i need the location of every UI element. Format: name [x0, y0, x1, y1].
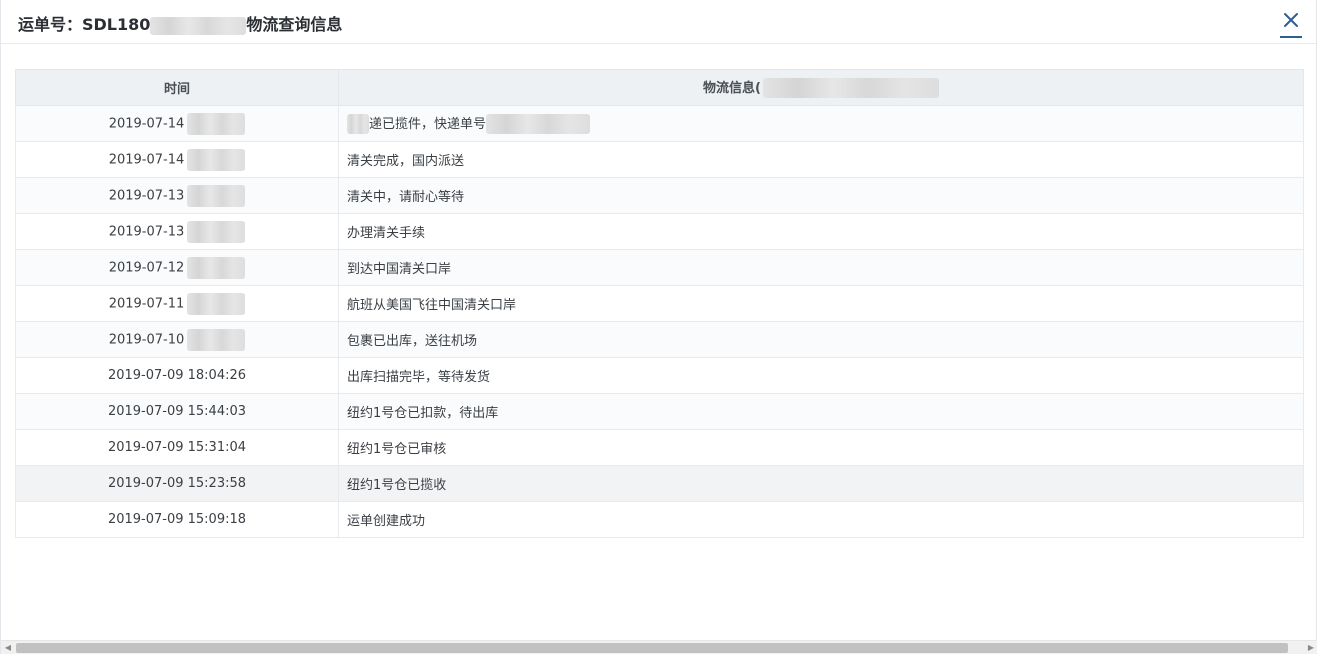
info-text: 航班从美国飞往中国清关口岸	[347, 298, 517, 313]
logistics-dialog: 运单号：SDL180 物流查询信息 时间 物流信息( 2019-07-14 递已揽件…	[0, 0, 1317, 654]
time-cell: 2019-07-09 15:09:18	[15, 501, 339, 538]
table-row: 2019-07-09 15:23:58 纽约1号仓已揽收	[15, 465, 1304, 502]
table-row: 2019-07-13 清关中，请耐心等待	[15, 177, 1304, 214]
table-row: 2019-07-11 航班从美国飞往中国清关口岸	[15, 285, 1304, 322]
table-row: 2019-07-09 15:31:04 纽约1号仓已审核	[15, 429, 1304, 466]
info-text: 到达中国清关口岸	[347, 262, 452, 277]
table-row: 2019-07-09 18:04:26 出库扫描完毕，等待发货	[15, 357, 1304, 394]
table-row: 2019-07-09 15:09:18 运单创建成功	[15, 501, 1304, 538]
time-text: 2019-07-14	[108, 152, 185, 167]
time-text: 2019-07-09 15:09:18	[107, 512, 247, 527]
horizontal-scrollbar[interactable]: ◀ ▶	[1, 640, 1317, 654]
logistics-table: 时间 物流信息( 2019-07-14 递已揽件，快递单号 2019-07-14 清关…	[15, 69, 1304, 538]
time-text: 2019-07-09 15:23:58	[107, 476, 247, 491]
close-icon	[1284, 13, 1298, 27]
time-cell: 2019-07-09 15:31:04	[15, 429, 339, 466]
info-text: 清关完成，国内派送	[347, 154, 465, 169]
time-cell: 2019-07-14	[15, 141, 339, 178]
table-row: 2019-07-10 包裹已出库，送往机场	[15, 321, 1304, 358]
time-text: 2019-07-13	[108, 188, 185, 203]
time-cell: 2019-07-09 15:44:03	[15, 393, 339, 430]
info-cell: 运单创建成功	[338, 501, 1304, 538]
info-cell: 到达中国清关口岸	[338, 249, 1304, 286]
info-text: 包裹已出库，送往机场	[347, 334, 478, 349]
info-text: 运单创建成功	[347, 514, 426, 529]
redacted-courier-name	[347, 114, 369, 135]
time-cell: 2019-07-09 18:04:26	[15, 357, 339, 394]
time-text: 2019-07-12	[108, 260, 185, 275]
info-cell: 纽约1号仓已审核	[338, 429, 1304, 466]
time-cell: 2019-07-09 15:23:58	[15, 465, 339, 502]
info-text: 递已揽件，快递单号	[369, 116, 487, 132]
redacted-time	[187, 184, 246, 207]
time-text: 2019-07-09 15:44:03	[107, 404, 247, 419]
redacted-time	[187, 328, 246, 351]
redacted-time	[187, 148, 246, 171]
column-header-info: 物流信息(	[338, 69, 1304, 106]
info-text: 纽约1号仓已审核	[347, 442, 447, 457]
close-button[interactable]	[1280, 10, 1302, 38]
info-cell: 清关完成，国内派送	[338, 141, 1304, 178]
dialog-header: 运单号：SDL180 物流查询信息	[1, 0, 1316, 44]
time-text: 2019-07-11	[108, 296, 185, 311]
info-cell: 纽约1号仓已揽收	[338, 465, 1304, 502]
dialog-title: 运单号：SDL180 物流查询信息	[18, 11, 342, 35]
table-row: 2019-07-12 到达中国清关口岸	[15, 249, 1304, 286]
time-cell: 2019-07-10	[15, 321, 339, 358]
scrollbar-thumb[interactable]	[16, 643, 1288, 653]
table-row: 2019-07-14 清关完成，国内派送	[15, 141, 1304, 178]
redacted-time	[187, 256, 246, 279]
table-row: 2019-07-14 递已揽件，快递单号	[15, 105, 1304, 142]
info-cell: 出库扫描完毕，等待发货	[338, 357, 1304, 394]
title-suffix: 物流查询信息	[246, 15, 343, 34]
info-text: 纽约1号仓已揽收	[347, 478, 447, 493]
info-cell: 航班从美国飞往中国清关口岸	[338, 285, 1304, 322]
info-text: 办理清关手续	[347, 226, 426, 241]
time-cell: 2019-07-14	[15, 105, 339, 142]
redacted-express-number	[486, 114, 591, 135]
time-text: 2019-07-13	[108, 224, 185, 239]
redacted-tracking-number	[762, 78, 939, 99]
table-header-row: 时间 物流信息(	[15, 69, 1304, 106]
time-text: 2019-07-10	[108, 332, 185, 347]
info-cell: 清关中，请耐心等待	[338, 177, 1304, 214]
redacted-time	[187, 220, 246, 243]
redacted-time	[187, 292, 246, 315]
time-text: 2019-07-09 18:04:26	[107, 368, 247, 383]
scroll-left-icon[interactable]: ◀	[2, 643, 14, 653]
table-row: 2019-07-13 办理清关手续	[15, 213, 1304, 250]
column-header-time: 时间	[15, 69, 339, 106]
redacted-time	[187, 112, 246, 135]
table-row: 2019-07-09 15:44:03 纽约1号仓已扣款，待出库	[15, 393, 1304, 430]
time-cell: 2019-07-12	[15, 249, 339, 286]
redacted-waybill-number	[150, 16, 247, 35]
time-cell: 2019-07-13	[15, 177, 339, 214]
title-prefix: 运单号：SDL180	[18, 15, 151, 34]
time-text: 2019-07-14	[108, 116, 185, 131]
time-cell: 2019-07-11	[15, 285, 339, 322]
info-text: 清关中，请耐心等待	[347, 190, 465, 205]
info-cell: 办理清关手续	[338, 213, 1304, 250]
scroll-right-icon[interactable]: ▶	[1305, 643, 1317, 653]
info-text: 出库扫描完毕，等待发货	[347, 370, 491, 385]
time-text: 2019-07-09 15:31:04	[107, 440, 247, 455]
info-cell: 递已揽件，快递单号	[338, 105, 1304, 142]
time-cell: 2019-07-13	[15, 213, 339, 250]
info-text: 纽约1号仓已扣款，待出库	[347, 406, 499, 421]
info-cell: 纽约1号仓已扣款，待出库	[338, 393, 1304, 430]
info-cell: 包裹已出库，送往机场	[338, 321, 1304, 358]
